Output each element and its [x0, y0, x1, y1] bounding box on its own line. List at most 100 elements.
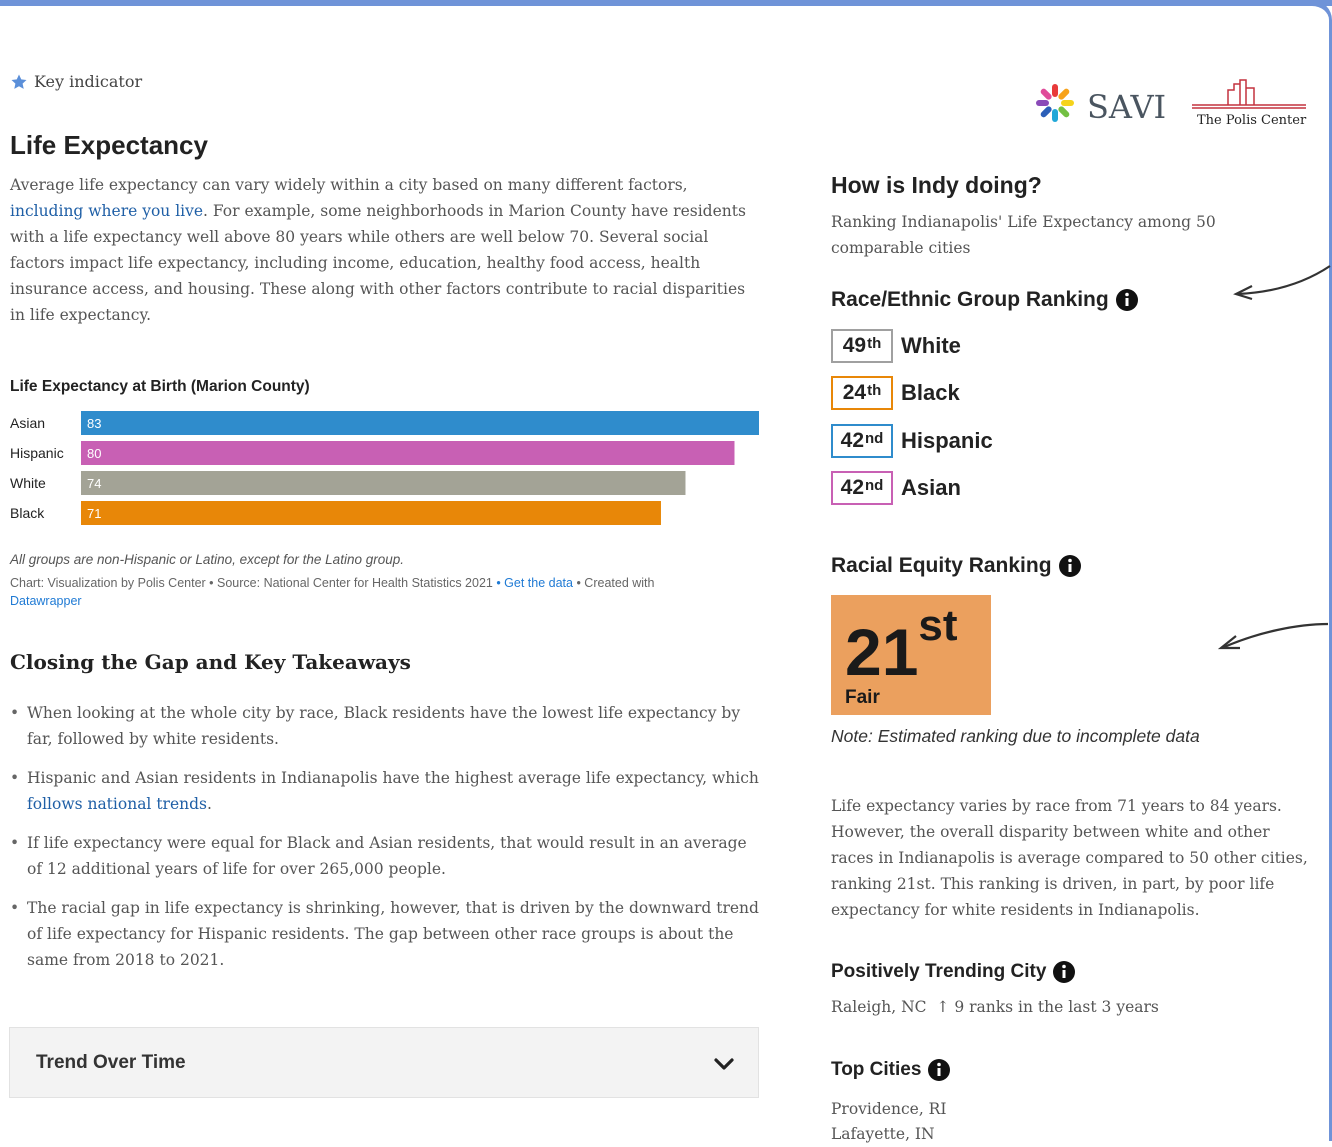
rank-row-asian: 42nd Asian — [831, 471, 961, 505]
key-indicator: Key indicator — [10, 72, 142, 91]
rank-row-white: 49th White — [831, 329, 961, 363]
trending-text: 9 ranks in the last 3 years — [954, 998, 1159, 1016]
where-you-live-link[interactable]: including where you live — [10, 202, 203, 220]
chevron-down-icon — [714, 1058, 734, 1070]
bar-category-label: White — [10, 475, 46, 491]
rank-number: 24 — [842, 381, 867, 404]
equity-paragraph: Life expectancy varies by race from 71 y… — [831, 797, 1308, 919]
equity-note: Note: Estimated ranking due to incomplet… — [831, 726, 1200, 746]
takeaway-text: . — [206, 795, 212, 813]
rank-label: Black — [901, 380, 960, 405]
info-icon[interactable] — [1052, 960, 1076, 984]
intro-text-2: . For example, some neighborhoods in Mar… — [10, 202, 746, 324]
rank-row-black: 24th Black — [831, 376, 960, 410]
equity-rank-suffix: st — [918, 601, 958, 650]
bar — [81, 501, 661, 525]
hand-drawn-arrow-icon — [1233, 265, 1331, 301]
trending-title: Positively Trending City — [831, 961, 1047, 982]
rank-suffix: nd — [865, 476, 884, 494]
savi-logo-icon — [1036, 84, 1074, 122]
trending-heading: Positively Trending City — [831, 960, 1076, 984]
info-icon[interactable] — [927, 1058, 951, 1082]
takeaway-item: The racial gap in life expectancy is shr… — [10, 895, 765, 973]
rank-number: 49 — [842, 334, 867, 357]
takeaway-text: When looking at the whole city by race, … — [27, 704, 741, 748]
window-edge — [1312, 0, 1332, 1141]
takeaways-heading: Closing the Gap and Key Takeaways — [10, 650, 411, 674]
rank-suffix: nd — [865, 429, 884, 447]
race-ranking-heading: Race/Ethnic Group Ranking — [831, 288, 1139, 312]
takeaway-item: When looking at the whole city by race, … — [10, 700, 765, 752]
takeaways-list: When looking at the whole city by race, … — [10, 700, 765, 986]
bar-value-label: 71 — [87, 506, 101, 521]
equity-rank-level: Fair — [845, 687, 880, 708]
bar-category-label: Asian — [10, 415, 45, 431]
info-icon[interactable] — [1115, 288, 1139, 312]
chart-title: Life Expectancy at Birth (Marion County) — [10, 378, 310, 395]
bar — [81, 441, 735, 465]
takeaway-text: If life expectancy were equal for Black … — [27, 834, 747, 878]
equity-ranking-title: Racial Equity Ranking — [831, 554, 1052, 577]
rank-number: 42 — [840, 429, 865, 452]
datawrapper-link[interactable]: Datawrapper — [10, 594, 82, 608]
hand-drawn-arrow-icon — [1218, 622, 1329, 650]
rank-suffix: th — [867, 334, 882, 352]
partner-logos: SAVI The Polis Center — [1036, 79, 1307, 128]
rank-badge: 49th — [831, 329, 893, 363]
equity-rank-value: 21 — [845, 615, 919, 689]
intro-text-1: Average life expectancy can vary widely … — [10, 176, 688, 194]
takeaway-text: Hispanic and Asian residents in Indianap… — [27, 769, 759, 787]
bar-category-label: Black — [10, 505, 45, 521]
created-with-text: • Created with — [572, 576, 655, 590]
bar-category-label: Hispanic — [10, 445, 64, 461]
intro-paragraph: Average life expectancy can vary widely … — [10, 172, 760, 328]
top-accent-bar — [0, 0, 1332, 6]
key-indicator-label: Key indicator — [34, 72, 143, 91]
trending-city-line: Raleigh, NC ↑ 9 ranks in the last 3 year… — [831, 998, 1159, 1016]
equity-rank-number: 21st — [845, 601, 977, 689]
equity-rank-card: 21st Fair — [831, 595, 991, 715]
polis-logo-icon — [1192, 79, 1306, 109]
trending-city: Raleigh, NC — [831, 998, 927, 1016]
takeaway-text: The racial gap in life expectancy is shr… — [27, 899, 759, 969]
top-cities-heading: Top Cities — [831, 1058, 951, 1082]
info-icon[interactable] — [1058, 554, 1082, 578]
equity-ranking-heading: Racial Equity Ranking — [831, 554, 1082, 578]
rank-label: Asian — [901, 475, 961, 500]
rank-number: 42 — [840, 476, 865, 499]
race-ranking-title: Race/Ethnic Group Ranking — [831, 288, 1109, 311]
rank-label: White — [901, 333, 961, 358]
chart-source: Chart: Visualization by Polis Center • S… — [10, 574, 750, 610]
chart-note: All groups are non-Hispanic or Latino, e… — [10, 552, 404, 567]
top-city-item: Lafayette, IN — [831, 1125, 935, 1143]
rank-badge: 24th — [831, 376, 893, 410]
takeaway-item: If life expectancy were equal for Black … — [10, 830, 765, 882]
rank-label: Hispanic — [901, 428, 993, 453]
bar-value-label: 74 — [87, 476, 101, 491]
top-cities-title: Top Cities — [831, 1059, 922, 1080]
rank-badge: 42nd — [831, 471, 893, 505]
get-data-link[interactable]: • Get the data — [496, 576, 573, 590]
polis-logo-text: The Polis Center — [1197, 113, 1307, 128]
page-title: Life Expectancy — [10, 130, 208, 160]
up-arrow-icon: ↑ — [936, 998, 950, 1016]
top-city-item: Providence, RI — [831, 1100, 947, 1118]
top-cities-list: Providence, RI Lafayette, IN — [831, 1097, 946, 1147]
rank-row-hispanic: 42nd Hispanic — [831, 424, 993, 458]
how-is-indy-heading: How is Indy doing? — [831, 172, 1042, 198]
chart-source-text: Chart: Visualization by Polis Center • S… — [10, 576, 497, 590]
accordion-label: Trend Over Time — [36, 1052, 186, 1073]
bar — [81, 471, 686, 495]
rank-suffix: th — [867, 381, 882, 399]
star-icon — [11, 74, 27, 89]
life-expectancy-bar-chart: Asian 83 Hispanic 80 White 74 Black 71 — [10, 411, 759, 525]
how-is-indy-subtitle: Ranking Indianapolis' Life Expectancy am… — [831, 213, 1216, 257]
bar-value-label: 80 — [87, 446, 101, 461]
takeaway-item: Hispanic and Asian residents in Indianap… — [10, 765, 765, 817]
bar-value-label: 83 — [87, 416, 101, 431]
national-trends-link[interactable]: follows national trends — [27, 795, 207, 813]
bar — [81, 411, 759, 435]
trend-over-time-accordion[interactable]: Trend Over Time — [9, 1027, 759, 1098]
savi-logo-text: SAVI — [1087, 88, 1166, 126]
rank-badge: 42nd — [831, 424, 893, 458]
